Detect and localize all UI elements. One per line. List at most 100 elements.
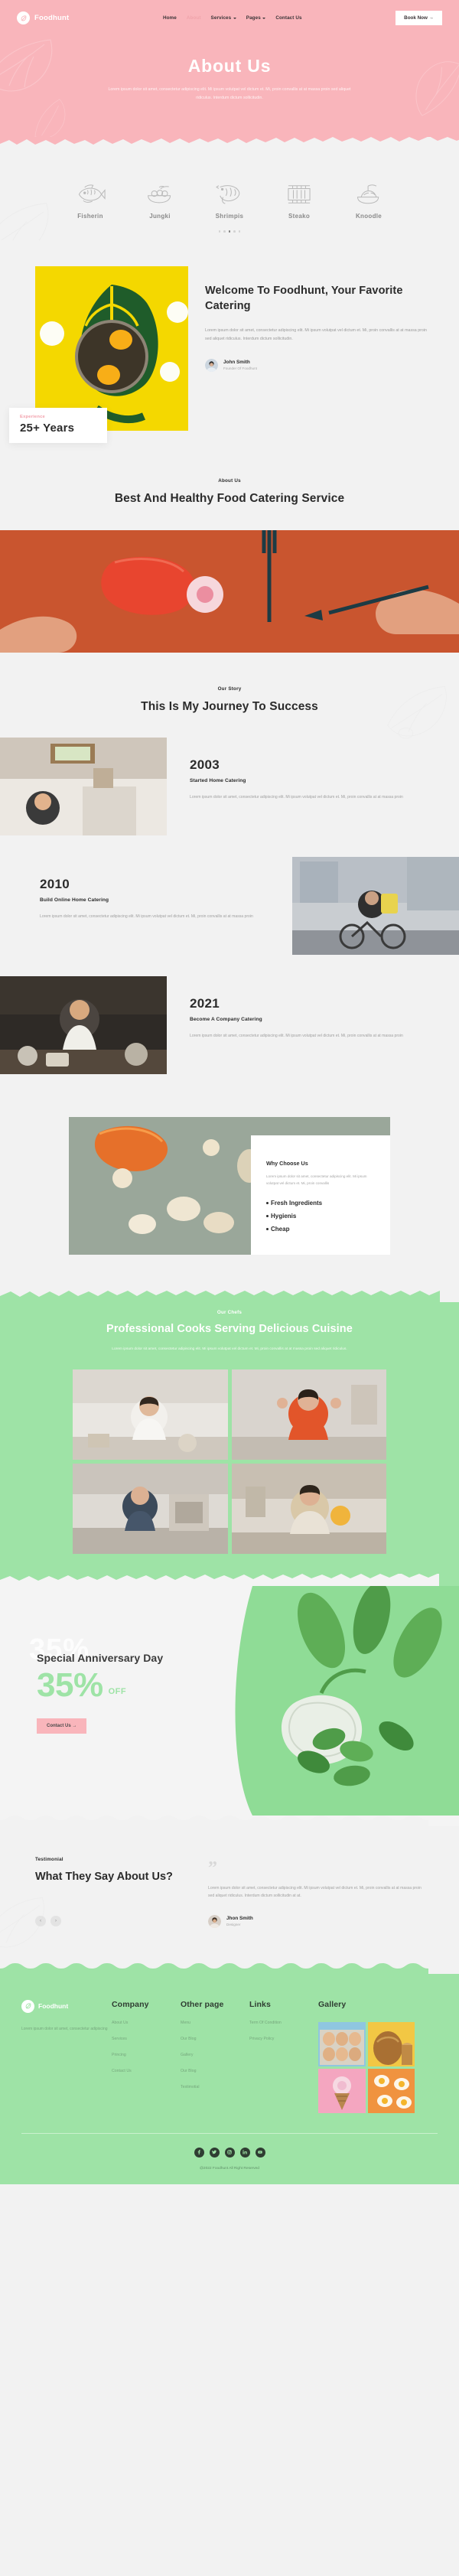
- chefs-heading-wrap: Our Chefs Professional Cooks Serving Del…: [0, 1302, 459, 1353]
- category-item-shrimpis[interactable]: Shrimpis: [207, 175, 252, 220]
- timeline-year: 2010: [40, 876, 70, 891]
- footer-link[interactable]: Menu: [181, 2021, 249, 2025]
- book-now-button[interactable]: Book Now →: [396, 11, 442, 25]
- testimonial-author-name: Jhon Smith: [226, 1916, 253, 1922]
- about-heading-section: About Us Best And Healthy Food Catering …: [0, 461, 459, 531]
- anniversary-produce-photo: [207, 1586, 459, 1816]
- timeline-title: Build Online Home Catering: [40, 897, 109, 903]
- testimonial-author-role: Designer: [226, 1923, 241, 1927]
- gallery-thumb-eggs[interactable]: [318, 2021, 366, 2066]
- footer-column-gallery: Gallery: [318, 2000, 438, 2113]
- footer-link[interactable]: Our Blog: [181, 2037, 249, 2041]
- instagram-icon[interactable]: [224, 2147, 235, 2158]
- chevron-down-icon: [233, 17, 236, 19]
- category-item-jungki[interactable]: Jungki: [138, 175, 182, 220]
- chevron-down-icon: [262, 17, 266, 19]
- footer-brand: Foodhunt Lorem ipsum dolor sit amet, con…: [21, 1999, 112, 2113]
- nav-label: About: [186, 15, 201, 21]
- chefs-eyebrow: Our Chefs: [216, 1309, 243, 1315]
- page: Foodhunt Home About Services Pages Conta…: [0, 0, 459, 2184]
- bullet-label: Cheap: [271, 1225, 290, 1233]
- footer-column-heading: Other page: [181, 1999, 224, 2009]
- nav-item-home[interactable]: Home: [163, 15, 177, 21]
- footer-link[interactable]: About Us: [112, 2021, 181, 2025]
- founder-info: John Smith Founder Of Foodhunt: [223, 360, 257, 370]
- welcome-paragraph: Lorem ipsum dolor sit amet, consectetur …: [205, 327, 427, 341]
- footer-social-links[interactable]: [0, 2134, 459, 2158]
- nav-item-pages[interactable]: Pages: [246, 15, 266, 21]
- chefs-heading: Professional Cooks Serving Delicious Cui…: [106, 1322, 353, 1335]
- noodles-icon: [347, 175, 391, 206]
- category-label: Fisherin: [77, 213, 103, 220]
- about-eyebrow: About Us: [218, 477, 241, 484]
- chef-photo: [73, 1464, 228, 1555]
- youtube-icon[interactable]: [255, 2147, 265, 2158]
- bullet-item: Hygienis: [266, 1213, 375, 1220]
- founder-card: John Smith Founder Of Foodhunt: [205, 358, 431, 372]
- carousel-dot[interactable]: [218, 230, 221, 233]
- carousel-dot-active[interactable]: [228, 230, 231, 233]
- welcome-heading: Welcome To Foodhunt, Your Favorite Cater…: [205, 284, 403, 313]
- brand-logo[interactable]: Foodhunt: [17, 11, 69, 24]
- gallery-thumb-eggs-orange[interactable]: [367, 2068, 415, 2113]
- avatar: [208, 1914, 221, 1928]
- category-item-fisherin[interactable]: Fisherin: [68, 175, 112, 220]
- footer-brand-text: Lorem ipsum dolor sit amet, consectetur …: [21, 2026, 108, 2031]
- gallery-thumb-bread[interactable]: [367, 2021, 415, 2066]
- badge-label: Experience: [20, 414, 45, 419]
- timeline-text: 2010 Build Online Home Catering Lorem ip…: [0, 857, 292, 955]
- footer-link[interactable]: Contact Us: [112, 2069, 181, 2073]
- testimonial-author: Jhon Smith Designer: [208, 1914, 424, 1928]
- category-carousel[interactable]: Fisherin Jungki Shrimpis Steako Knoodle: [0, 175, 459, 220]
- footer-link[interactable]: Testimotial: [181, 2085, 249, 2089]
- footer-link[interactable]: Term Of Condition: [249, 2021, 318, 2025]
- discount-off-label: OFF: [108, 1686, 127, 1696]
- welcome-photo: [35, 265, 188, 431]
- gallery-thumb-icecream[interactable]: [318, 2068, 366, 2113]
- footer-link[interactable]: Princing: [112, 2053, 181, 2057]
- category-item-steako[interactable]: Steako: [277, 175, 321, 220]
- timeline-year: 2021: [190, 995, 220, 1011]
- nav-item-about[interactable]: About: [187, 15, 201, 21]
- timeline-text: 2003 Started Home Catering Lorem ipsum d…: [167, 738, 459, 835]
- welcome-image-wrap: Experience 25+ Years: [9, 265, 188, 443]
- journey-section: Our Story This Is My Journey To Success: [0, 653, 459, 1097]
- leaf-logo-icon: [21, 1999, 34, 2013]
- footer-link[interactable]: Gallery: [181, 2053, 249, 2057]
- footer-logo[interactable]: Foodhunt: [21, 1999, 112, 2013]
- steak-grill-icon: [277, 175, 321, 206]
- footer-column-other-page: Other page Menu Our Blog Gallery Our Blo…: [181, 2000, 249, 2113]
- carousel-dot[interactable]: [233, 230, 236, 233]
- footer-link[interactable]: Our Blog: [181, 2069, 249, 2073]
- linkedin-icon[interactable]: [239, 2147, 250, 2158]
- why-choose-paragraph: Lorem ipsum dolor sit amet, consectetur …: [266, 1174, 367, 1185]
- footer-columns: Foodhunt Lorem ipsum dolor sit amet, con…: [0, 1999, 459, 2113]
- categories-section: Fisherin Jungki Shrimpis Steako Knoodle: [0, 149, 459, 240]
- contact-us-button[interactable]: Contact Us →: [37, 1718, 87, 1734]
- facebook-icon[interactable]: [194, 2147, 204, 2158]
- nav-item-services[interactable]: Services: [211, 15, 236, 21]
- nav-item-contact-us[interactable]: Contact Us: [275, 15, 301, 21]
- why-choose-section: Why Choose Us Lorem ipsum dolor sit amet…: [0, 1096, 459, 1288]
- footer-gallery-grid: [318, 2021, 415, 2113]
- timeline-photo: [0, 975, 167, 1074]
- badge-value: 25+ Years: [20, 421, 75, 435]
- founder-name: John Smith: [223, 360, 250, 366]
- anniversary-title: Special Anniversary Day: [37, 1652, 164, 1665]
- footer-link[interactable]: Services: [112, 2037, 181, 2041]
- category-label: Jungki: [149, 213, 171, 220]
- about-heading: Best And Healthy Food Catering Service: [114, 491, 345, 505]
- footer-copyright: @2022 Foodhunt All Right Reserved: [200, 2166, 259, 2171]
- welcome-text-wrap: Welcome To Foodhunt, Your Favorite Cater…: [205, 266, 431, 431]
- testimonial-paragraph: Lorem ipsum dolor sit amet, consectetur …: [208, 1885, 422, 1898]
- fish-icon: [68, 175, 112, 206]
- category-item-knoodle[interactable]: Knoodle: [347, 175, 391, 220]
- footer-link[interactable]: Privacy Policy: [249, 2037, 318, 2041]
- welcome-section: Experience 25+ Years Welcome To Foodhunt…: [0, 239, 459, 461]
- category-label: Steako: [288, 213, 311, 220]
- testimonial-content: ” Lorem ipsum dolor sit amet, consectetu…: [208, 1857, 424, 1928]
- quote-mark-icon: ”: [208, 1858, 217, 1879]
- carousel-dot[interactable]: [223, 230, 226, 233]
- carousel-dot[interactable]: [238, 230, 241, 233]
- twitter-icon[interactable]: [209, 2147, 220, 2158]
